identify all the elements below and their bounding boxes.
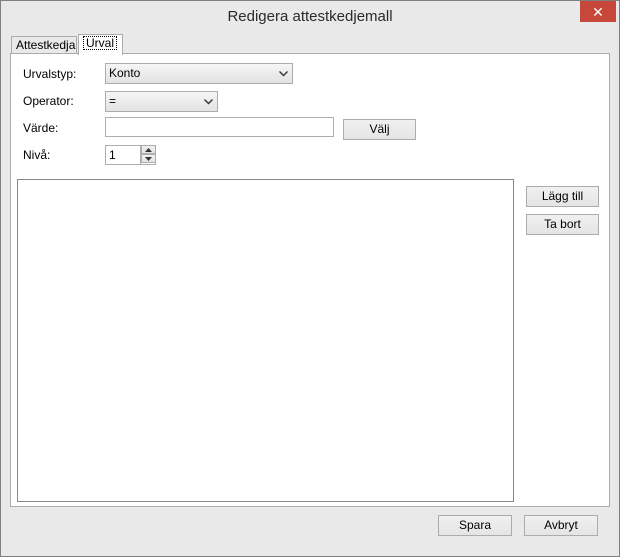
operator-select[interactable]: = — [105, 91, 218, 112]
tab-panel-urval: Urvalstyp: Konto Operator: = Värde: Välj… — [10, 53, 610, 507]
urvalstyp-label: Urvalstyp: — [23, 67, 77, 81]
tab-urval-label: Urval — [83, 36, 118, 50]
operator-value: = — [109, 94, 117, 108]
niva-label: Nivå: — [23, 148, 51, 162]
window-title: Redigera attestkedjemall — [227, 8, 393, 25]
varde-label: Värde: — [23, 121, 59, 135]
tab-attestkedja-label: Attestkedja — [16, 38, 76, 52]
spin-up-button[interactable] — [141, 145, 156, 154]
close-icon: ✕ — [592, 3, 604, 20]
operator-label: Operator: — [23, 94, 74, 108]
valj-button[interactable]: Välj — [343, 119, 416, 140]
title-bar[interactable]: Redigera attestkedjemall ✕ — [1, 1, 619, 31]
cancel-button[interactable]: Avbryt — [524, 515, 598, 536]
niva-spinner — [140, 145, 156, 165]
chevron-down-icon — [202, 92, 214, 111]
remove-button[interactable]: Ta bort — [526, 214, 599, 235]
urval-list[interactable] — [17, 179, 514, 502]
arrow-up-icon — [145, 147, 152, 152]
add-button[interactable]: Lägg till — [526, 186, 599, 207]
arrow-down-icon — [145, 156, 152, 161]
tab-attestkedja[interactable]: Attestkedja — [11, 36, 77, 54]
close-button[interactable]: ✕ — [580, 1, 616, 22]
tab-urval[interactable]: Urval — [78, 34, 123, 55]
chevron-down-icon — [277, 64, 289, 83]
varde-input[interactable] — [105, 117, 334, 137]
urvalstyp-select[interactable]: Konto — [105, 63, 293, 84]
urvalstyp-value: Konto — [109, 66, 141, 80]
save-button[interactable]: Spara — [438, 515, 512, 536]
spin-down-button[interactable] — [141, 154, 156, 163]
dialog-window: Redigera attestkedjemall ✕ Attestkedja U… — [0, 0, 620, 557]
